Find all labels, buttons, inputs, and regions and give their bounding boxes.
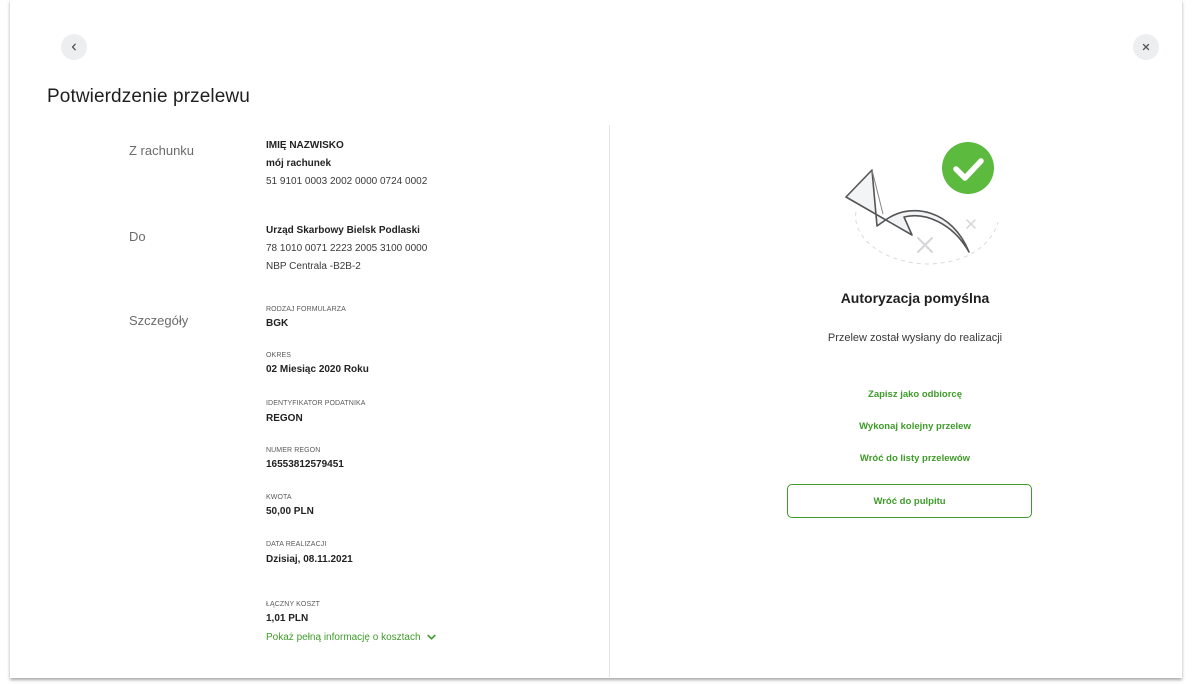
- detail-caption-regon: NUMER REGON: [266, 447, 321, 454]
- to-account-label: Do: [129, 229, 146, 244]
- detail-value-regon: 16553812579451: [266, 459, 344, 470]
- back-button[interactable]: [61, 34, 87, 60]
- detail-caption-total-cost: ŁĄCZNY KOSZT: [266, 601, 320, 608]
- page-title: Potwierdzenie przelewu: [47, 86, 250, 107]
- detail-value-total-cost: 1,01 PLN: [266, 613, 309, 624]
- detail-caption-execution-date: DATA REALIZACJI: [266, 541, 327, 548]
- chevron-left-icon: [71, 43, 76, 51]
- recipient-account-number: 78 1010 0071 2223 2005 3100 0000: [266, 243, 428, 254]
- from-account-number: 51 9101 0003 2002 0000 0724 0002: [266, 176, 428, 187]
- detail-value-form-type: BGK: [266, 318, 289, 329]
- detail-caption-form-type: RODZAJ FORMULARZA: [266, 306, 346, 313]
- show-cost-info-link[interactable]: Pokaż pełną informację o kosztach: [266, 632, 436, 643]
- detail-value-taxpayer-id: REGON: [266, 413, 303, 424]
- back-to-transfers-link[interactable]: Wróć do listy przelewów: [610, 453, 1192, 464]
- column-divider: [609, 125, 610, 677]
- back-to-dashboard-button[interactable]: Wróć do pulpitu: [787, 484, 1032, 518]
- detail-caption-amount: KWOTA: [266, 494, 292, 501]
- detail-value-period: 02 Miesiąc 2020 Roku: [266, 364, 369, 375]
- close-button[interactable]: [1133, 34, 1159, 60]
- recipient-bank: NBP Centrala -B2B-2: [266, 261, 361, 272]
- show-cost-info-label: Pokaż pełną informację o kosztach: [266, 632, 421, 643]
- detail-caption-period: OKRES: [266, 352, 292, 359]
- detail-value-execution-date: Dzisiaj, 08.11.2021: [266, 554, 353, 565]
- detail-caption-taxpayer-id: IDENTYFIKATOR PODATNIKA: [266, 400, 366, 407]
- from-account-label: Z rachunku: [129, 143, 195, 158]
- success-check-icon: [845, 142, 999, 265]
- save-as-recipient-link[interactable]: Zapisz jako odbiorcę: [610, 389, 1192, 400]
- auth-success-subtitle: Przelew został wysłany do realizacji: [827, 332, 1003, 344]
- from-account-name: mój rachunek: [266, 158, 332, 169]
- new-transfer-link[interactable]: Wykonaj kolejny przelew: [610, 421, 1192, 432]
- detail-value-amount: 50,00 PLN: [266, 506, 314, 517]
- confirmation-panel: Potwierdzenie przelewu Z rachunku IMIĘ N…: [10, 0, 1182, 678]
- close-icon: [1142, 43, 1150, 51]
- from-account-owner: IMIĘ NAZWISKO: [266, 140, 344, 151]
- auth-success-title: Autoryzacja pomyślna: [840, 290, 990, 306]
- recipient-name: Urząd Skarbowy Bielsk Podlaski: [266, 225, 420, 236]
- chevron-down-icon: [426, 634, 436, 640]
- details-label: Szczegóły: [129, 313, 189, 328]
